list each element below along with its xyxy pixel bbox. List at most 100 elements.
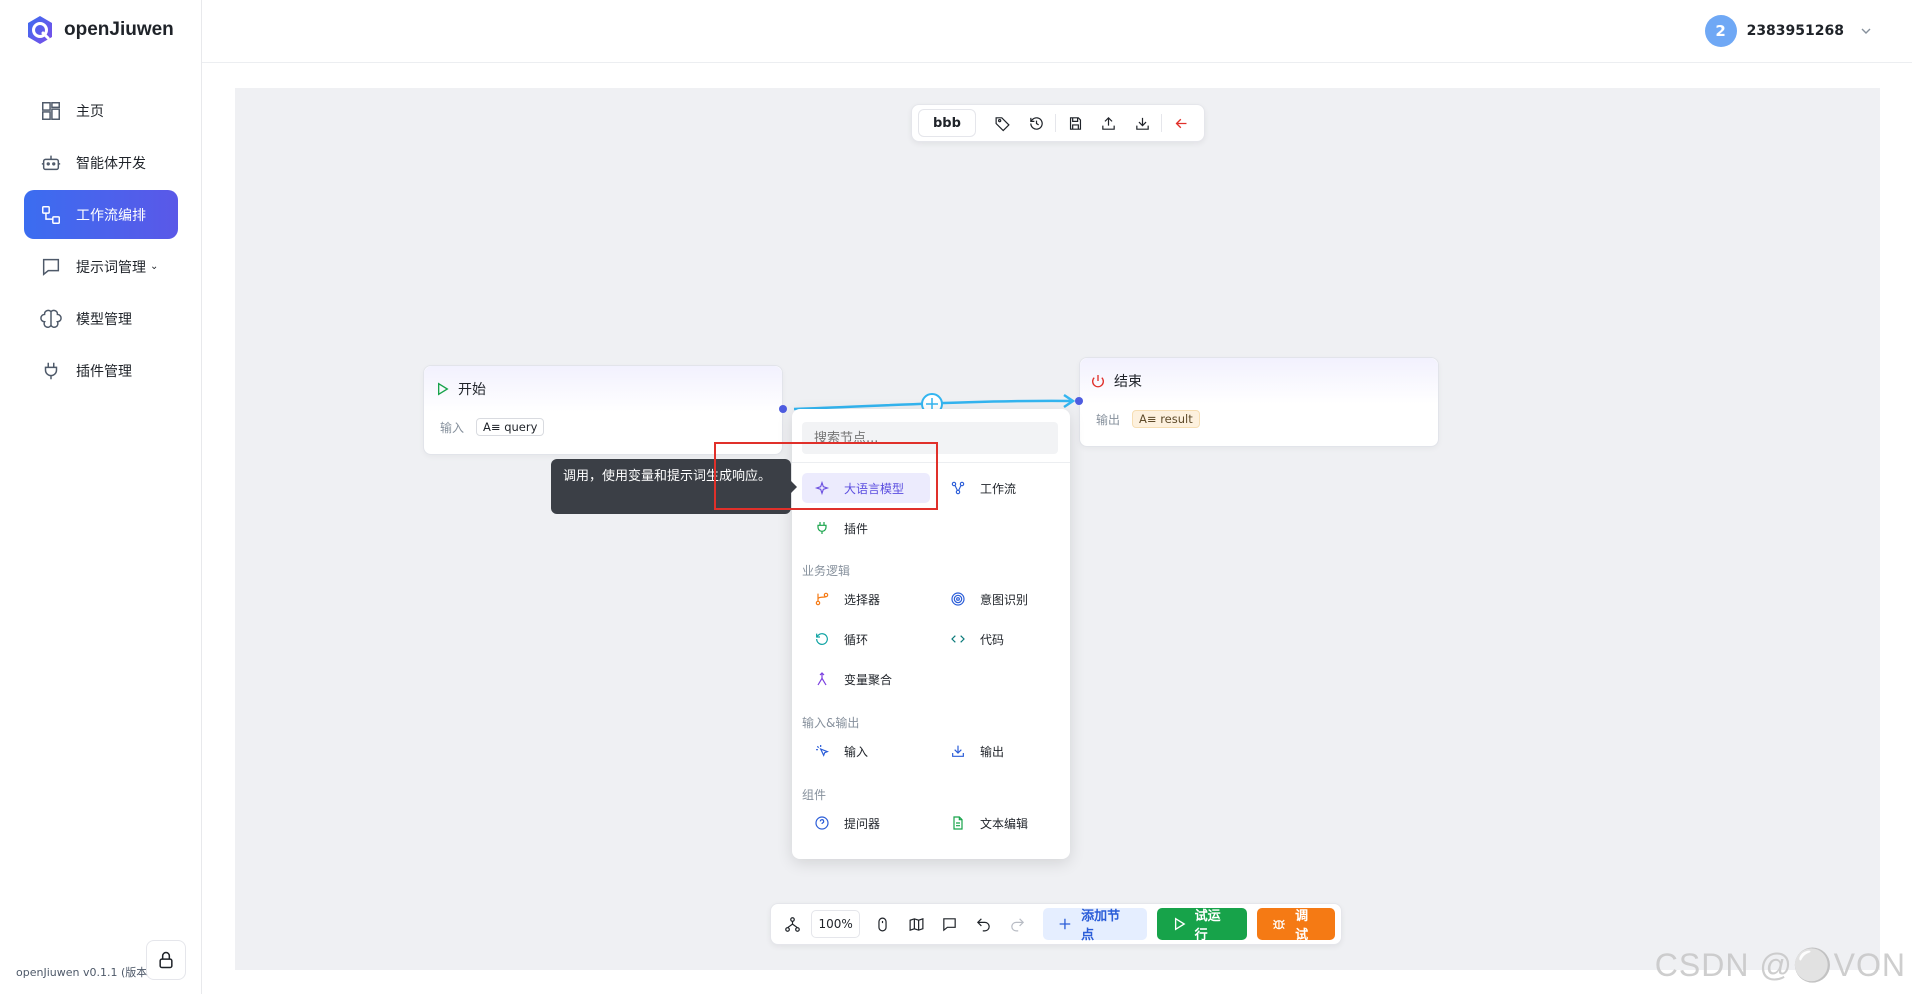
sidebar-item-label: 工作流编排 <box>76 207 146 224</box>
divider <box>1161 114 1163 132</box>
comment-icon <box>943 917 957 931</box>
trial-run-button[interactable]: 试运行 <box>1156 908 1248 943</box>
node-option-label: 文本编辑 <box>980 816 1029 831</box>
sidebar-item-home[interactable]: 主页 <box>24 86 178 135</box>
plus-icon <box>1059 918 1071 930</box>
sidebar-item-label: 主页 <box>76 103 104 120</box>
node-option-input[interactable]: 输入 <box>802 736 930 766</box>
question-icon <box>815 816 829 830</box>
avatar: 2 <box>1704 15 1737 47</box>
robot-icon <box>41 155 61 170</box>
input-port[interactable] <box>1075 397 1083 405</box>
node-header: 开始 <box>424 366 782 412</box>
node-option-plugin[interactable]: 插件 <box>802 513 930 543</box>
workflow-branch-icon <box>951 481 965 495</box>
text-type-icon: A≡ <box>1139 412 1157 426</box>
tag-icon <box>995 116 1010 131</box>
sidebar-item-label: 智能体开发 <box>76 155 146 172</box>
export-button[interactable] <box>1092 109 1126 137</box>
arrow-left-icon <box>1175 118 1187 128</box>
chevron-down-icon <box>1861 28 1871 34</box>
redo-button[interactable] <box>1001 909 1033 939</box>
add-node-button[interactable]: 添加节点 <box>1043 908 1147 943</box>
lock-button[interactable] <box>146 940 186 980</box>
tag-button[interactable] <box>986 109 1020 137</box>
node-title: 开始 <box>458 382 486 398</box>
node-option-selector[interactable]: 选择器 <box>802 584 930 614</box>
node-option-questioner[interactable]: 提问器 <box>802 808 930 838</box>
minimap-button[interactable] <box>900 909 932 939</box>
logo-icon <box>28 16 52 44</box>
import-button[interactable] <box>1126 109 1160 137</box>
comment-button[interactable] <box>934 909 966 939</box>
download-icon <box>1136 117 1149 130</box>
node-header: 结束 <box>1080 358 1438 404</box>
node-option-code[interactable]: 代码 <box>938 624 1058 654</box>
node-body: 输出 A≡ result <box>1080 404 1438 434</box>
sidebar-item-prompt[interactable]: 提示词管理 ⌄ <box>24 242 178 291</box>
history-icon <box>1030 116 1043 130</box>
undo-button[interactable] <box>968 909 1000 939</box>
bug-icon <box>1273 919 1286 930</box>
layout-button[interactable] <box>777 909 809 939</box>
workflow-icon <box>42 205 60 224</box>
node-body-label: 输出 <box>1096 412 1121 427</box>
node-option-label: 提问器 <box>844 816 881 831</box>
dashboard-icon <box>42 101 60 120</box>
node-option-text-edit[interactable]: 文本编辑 <box>938 808 1058 838</box>
plug-icon <box>817 522 827 534</box>
download-icon <box>952 745 964 757</box>
end-node[interactable]: 结束 输出 A≡ result <box>1079 357 1439 447</box>
node-option-workflow[interactable]: 工作流 <box>938 473 1058 503</box>
cursor-click-icon <box>816 745 829 757</box>
save-icon <box>1069 116 1081 130</box>
lock-icon <box>159 951 173 969</box>
highlight-box <box>714 442 938 510</box>
canvas-bottom-toolbar: 100% 添加节点 试运行 调试 <box>770 903 1342 945</box>
play-icon <box>1174 917 1186 931</box>
play-icon <box>438 382 449 396</box>
node-option-output[interactable]: 输出 <box>938 736 1058 766</box>
sidebar-item-agent-dev[interactable]: 智能体开发 <box>24 138 178 187</box>
workflow-name[interactable]: bbb <box>918 109 976 137</box>
chevron-down-icon: ⌄ <box>150 261 159 272</box>
debug-label: 调试 <box>1295 909 1309 943</box>
node-option-aggregate[interactable]: 变量聚合 <box>802 664 930 694</box>
variable-name: result <box>1160 412 1193 426</box>
document-icon <box>953 816 963 830</box>
output-port[interactable] <box>779 405 787 413</box>
debug-button[interactable]: 调试 <box>1257 908 1335 943</box>
variable-name: query <box>504 420 538 434</box>
zoom-level[interactable]: 100% <box>810 910 861 938</box>
node-option-intent[interactable]: 意图识别 <box>938 584 1058 614</box>
node-option-loop[interactable]: 循环 <box>802 624 930 654</box>
sidebar-item-model[interactable]: 模型管理 <box>24 294 178 343</box>
node-option-label: 输入 <box>844 744 869 759</box>
target-icon <box>951 592 965 606</box>
back-button[interactable] <box>1164 109 1198 137</box>
node-option-label: 变量聚合 <box>844 672 893 687</box>
mouse-mode-button[interactable] <box>866 909 898 939</box>
user-menu[interactable]: 2 2383951268 <box>1704 15 1872 47</box>
branch-icon <box>815 592 829 606</box>
sidebar-item-plugin[interactable]: 插件管理 <box>24 346 178 395</box>
add-node-label: 添加节点 <box>1081 909 1121 943</box>
save-button[interactable] <box>1058 109 1092 137</box>
redo-icon <box>1011 917 1024 931</box>
power-icon <box>1092 375 1104 388</box>
trial-run-label: 试运行 <box>1194 909 1221 943</box>
section-title-io: 输入&输出 <box>802 716 860 730</box>
network-icon <box>785 916 801 932</box>
node-option-label: 插件 <box>844 521 869 536</box>
sidebar-item-workflow[interactable]: 工作流编排 <box>24 190 178 239</box>
node-body-label: 输入 <box>440 420 465 435</box>
node-option-label: 选择器 <box>844 592 881 607</box>
sidebar-item-label: 提示词管理 <box>76 259 146 276</box>
node-option-label: 输出 <box>980 744 1005 759</box>
app-logo[interactable]: openJiuwen <box>24 14 174 46</box>
variable-tag: A≡ result <box>1132 410 1200 428</box>
history-button[interactable] <box>1020 109 1054 137</box>
brain-icon <box>40 309 62 328</box>
section-title-component: 组件 <box>802 788 827 802</box>
plug-icon <box>44 362 58 379</box>
